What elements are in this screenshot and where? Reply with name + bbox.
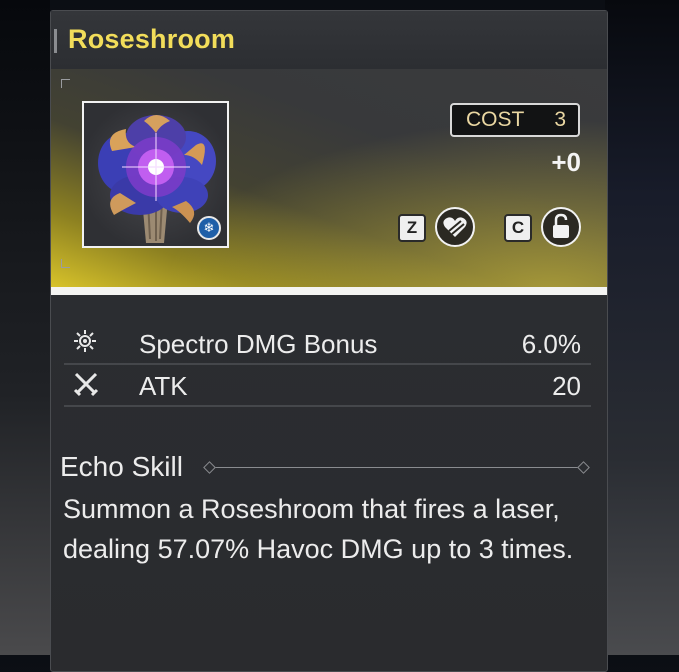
heart-icon (443, 217, 467, 237)
banner-divider (51, 287, 607, 295)
title-bar: Roseshroom (51, 11, 607, 69)
snowflake-icon: ❄ (197, 216, 221, 240)
lock-hotkey: C (504, 214, 532, 242)
stat-row: ATK 20 (64, 363, 591, 407)
lock-button[interactable] (541, 207, 581, 247)
background-right (605, 0, 679, 655)
unlock-icon (553, 213, 569, 238)
atk-swords-icon (73, 372, 99, 397)
skill-divider (213, 467, 583, 468)
stat-name: Spectro DMG Bonus (139, 329, 378, 359)
favorite-hotkey: Z (398, 214, 426, 242)
stat-name: ATK (139, 371, 188, 401)
stat-value: 20 (552, 371, 581, 401)
echo-portrait: ❄ (82, 101, 229, 248)
stat-value: 6.0% (521, 329, 581, 359)
title-accent-bar (54, 29, 57, 53)
echo-name: Roseshroom (68, 24, 236, 54)
spectro-icon (74, 330, 96, 352)
favorite-button[interactable] (435, 207, 475, 247)
corner-mark (61, 79, 70, 88)
stat-row: Spectro DMG Bonus 6.0% (64, 321, 591, 365)
background-left (0, 0, 50, 655)
corner-mark (61, 259, 70, 268)
divider-diamond (577, 461, 590, 474)
echo-banner: ❄ COST 3 +0 Z C (51, 69, 607, 287)
skill-title: Echo Skill (60, 451, 183, 482)
cost-value: 3 (554, 108, 566, 131)
cost-label: COST (466, 108, 525, 131)
cost-badge: COST 3 (450, 103, 580, 137)
skill-description: Summon a Roseshroom that fires a laser, … (63, 494, 574, 564)
echo-level: +0 (551, 147, 581, 177)
divider-diamond (203, 461, 216, 474)
echo-detail-panel: Roseshroom ❄ COST 3 +0 Z C Spectro DMG B… (50, 10, 608, 672)
